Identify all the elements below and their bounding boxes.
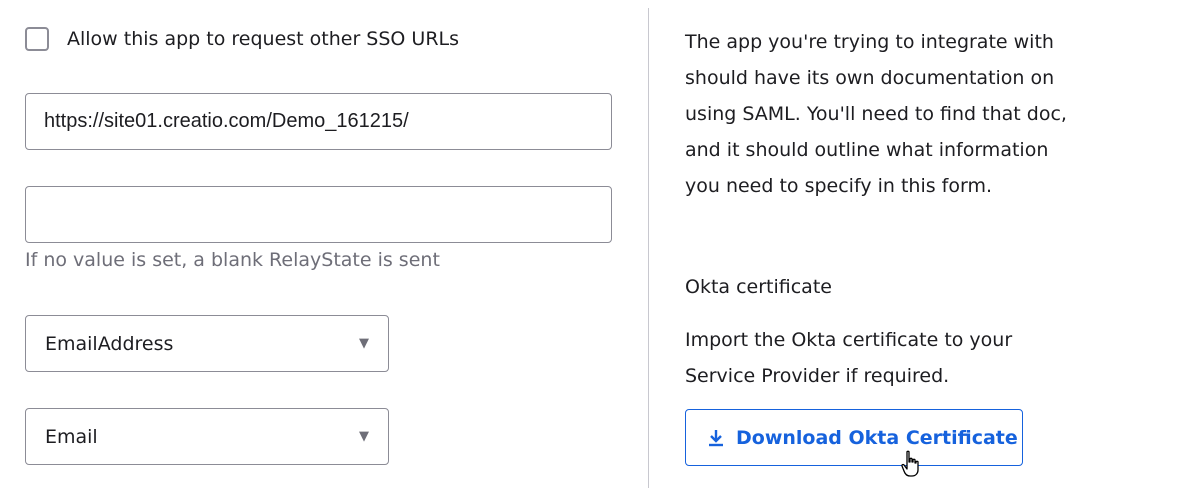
name-id-format-select[interactable]: EmailAddress ▼ bbox=[25, 315, 389, 372]
application-username-select[interactable]: Email ▼ bbox=[25, 408, 389, 465]
sso-url-input[interactable] bbox=[44, 94, 593, 149]
column-divider bbox=[648, 8, 649, 488]
caret-down-icon: ▼ bbox=[359, 336, 369, 351]
application-username-value: Email bbox=[45, 425, 98, 448]
caret-down-icon: ▼ bbox=[359, 429, 369, 444]
download-okta-certificate-button[interactable]: Download Okta Certificate bbox=[685, 409, 1023, 466]
download-icon bbox=[709, 429, 723, 446]
hand-pointer-cursor bbox=[901, 450, 919, 477]
sso-url-field[interactable] bbox=[25, 93, 612, 150]
okta-certificate-description: Import the Okta certificate to your Serv… bbox=[685, 329, 1013, 387]
relay-state-hint: If no value is set, a blank RelayState i… bbox=[25, 249, 440, 271]
allow-other-sso-urls-checkbox[interactable] bbox=[25, 27, 49, 51]
name-id-format-value: EmailAddress bbox=[45, 332, 174, 355]
saml-help-text: The app you're trying to integrate with … bbox=[685, 31, 1067, 197]
download-okta-certificate-label: Download Okta Certificate bbox=[736, 426, 1018, 449]
okta-certificate-heading: Okta certificate bbox=[685, 276, 832, 298]
default-relay-state-field[interactable] bbox=[25, 186, 612, 243]
default-relay-state-input[interactable] bbox=[44, 187, 593, 242]
allow-other-sso-urls-row[interactable]: Allow this app to request other SSO URLs bbox=[25, 27, 459, 51]
allow-other-sso-urls-label: Allow this app to request other SSO URLs bbox=[67, 28, 460, 50]
saml-settings-page: Allow this app to request other SSO URLs… bbox=[0, 0, 1204, 488]
